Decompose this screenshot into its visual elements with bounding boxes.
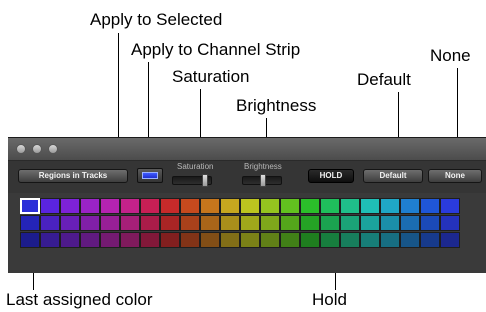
color-swatch[interactable] — [360, 198, 380, 214]
color-swatch[interactable] — [80, 198, 100, 214]
target-selector-menu[interactable]: Regions in Tracks — [18, 169, 128, 183]
color-swatch[interactable] — [120, 198, 140, 214]
minimize-button[interactable] — [32, 144, 42, 154]
color-swatch[interactable] — [240, 198, 260, 214]
callout-hold: Hold — [312, 290, 347, 309]
callout-saturation: Saturation — [172, 67, 250, 86]
color-swatch[interactable] — [360, 215, 380, 231]
color-swatch[interactable] — [260, 198, 280, 214]
callout-brightness: Brightness — [236, 96, 317, 115]
color-swatch[interactable] — [160, 215, 180, 231]
color-swatch[interactable] — [100, 232, 120, 248]
color-swatch[interactable] — [20, 215, 40, 231]
color-swatch[interactable] — [60, 232, 80, 248]
color-swatch[interactable] — [80, 232, 100, 248]
color-swatch[interactable] — [340, 215, 360, 231]
color-swatch[interactable] — [260, 215, 280, 231]
color-swatch[interactable] — [400, 198, 420, 214]
close-button[interactable] — [16, 144, 26, 154]
color-swatch[interactable] — [400, 215, 420, 231]
color-swatch[interactable] — [60, 215, 80, 231]
color-swatch[interactable] — [40, 198, 60, 214]
color-swatch[interactable] — [280, 198, 300, 214]
color-swatch[interactable] — [280, 215, 300, 231]
color-swatch[interactable] — [180, 232, 200, 248]
callout-none: None — [430, 46, 471, 65]
color-swatch[interactable] — [400, 232, 420, 248]
color-swatch[interactable] — [420, 215, 440, 231]
callout-default: Default — [357, 70, 411, 89]
color-swatch-icon — [142, 172, 158, 179]
color-swatch[interactable] — [60, 198, 80, 214]
color-swatch[interactable] — [440, 198, 460, 214]
color-swatch[interactable] — [100, 215, 120, 231]
brightness-label: Brightness — [244, 162, 282, 171]
color-swatch[interactable] — [120, 232, 140, 248]
color-swatch[interactable] — [280, 232, 300, 248]
callout-last-assigned-color: Last assigned color — [6, 290, 153, 309]
color-swatch[interactable] — [340, 198, 360, 214]
color-swatch[interactable] — [220, 215, 240, 231]
color-swatch[interactable] — [180, 198, 200, 214]
color-swatch[interactable] — [160, 198, 180, 214]
color-swatch[interactable] — [320, 232, 340, 248]
saturation-slider-thumb[interactable] — [202, 174, 208, 187]
color-swatch[interactable] — [40, 232, 60, 248]
color-swatch[interactable] — [420, 232, 440, 248]
color-swatch[interactable] — [240, 215, 260, 231]
default-button[interactable]: Default — [363, 169, 423, 183]
color-swatch[interactable] — [360, 232, 380, 248]
color-swatch[interactable] — [440, 232, 460, 248]
color-swatch[interactable] — [220, 232, 240, 248]
color-swatch[interactable] — [40, 215, 60, 231]
color-swatch[interactable] — [20, 232, 40, 248]
color-swatch[interactable] — [200, 198, 220, 214]
color-swatch[interactable] — [420, 198, 440, 214]
callout-apply-to-selected: Apply to Selected — [90, 10, 223, 29]
color-swatch[interactable] — [320, 215, 340, 231]
color-swatch[interactable] — [320, 198, 340, 214]
hold-button[interactable]: HOLD — [308, 169, 354, 183]
color-swatch[interactable] — [120, 215, 140, 231]
color-swatch[interactable] — [240, 232, 260, 248]
color-swatch[interactable] — [160, 232, 180, 248]
color-swatch[interactable] — [220, 198, 240, 214]
color-swatch[interactable] — [380, 198, 400, 214]
color-swatch[interactable] — [440, 215, 460, 231]
none-button[interactable]: None — [428, 169, 482, 183]
color-swatch[interactable] — [140, 215, 160, 231]
color-swatch[interactable] — [140, 198, 160, 214]
color-swatch[interactable] — [300, 232, 320, 248]
color-palette-window: Regions in Tracks Saturation Brightness … — [8, 137, 486, 273]
color-swatch[interactable] — [300, 198, 320, 214]
color-swatch[interactable] — [380, 232, 400, 248]
saturation-slider[interactable] — [172, 174, 212, 187]
color-swatch[interactable] — [300, 215, 320, 231]
color-swatch[interactable] — [100, 198, 120, 214]
color-swatch[interactable] — [200, 215, 220, 231]
apply-to-channel-strip-button[interactable] — [137, 168, 163, 183]
title-bar[interactable] — [8, 138, 486, 161]
brightness-slider-thumb[interactable] — [260, 174, 266, 187]
color-swatch[interactable] — [340, 232, 360, 248]
color-swatch[interactable] — [200, 232, 220, 248]
brightness-slider[interactable] — [242, 174, 282, 187]
toolbar: Regions in Tracks Saturation Brightness … — [8, 161, 486, 193]
color-swatch[interactable] — [380, 215, 400, 231]
color-swatch[interactable] — [180, 215, 200, 231]
color-swatch[interactable] — [260, 232, 280, 248]
color-swatch[interactable] — [80, 215, 100, 231]
color-swatch[interactable] — [140, 232, 160, 248]
saturation-label: Saturation — [177, 162, 214, 171]
last-assigned-color-swatch[interactable] — [20, 198, 40, 214]
callout-apply-to-channel-strip: Apply to Channel Strip — [131, 40, 301, 59]
zoom-button[interactable] — [48, 144, 58, 154]
